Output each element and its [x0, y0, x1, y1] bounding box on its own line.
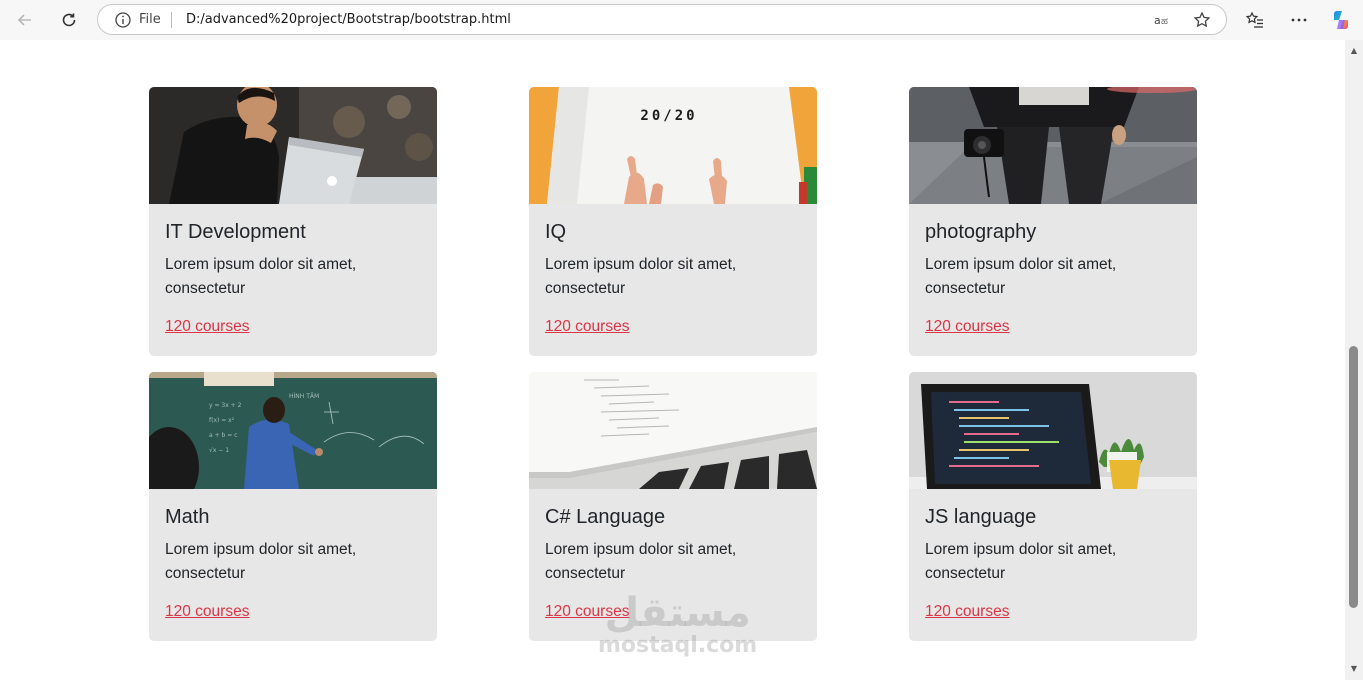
- read-aloud-icon[interactable]: aಹ: [1152, 10, 1172, 30]
- address-scheme-label: File: [139, 12, 161, 27]
- card-title: Math: [165, 506, 210, 528]
- svg-text:√x − 1: √x − 1: [209, 447, 229, 454]
- course-card: IT Development Lorem ipsum dolor sit ame…: [149, 87, 437, 356]
- card-courses-link[interactable]: 120 courses: [165, 318, 249, 336]
- address-bar[interactable]: File D:/advanced%20project/Bootstrap/boo…: [97, 4, 1227, 35]
- refresh-button[interactable]: [55, 6, 83, 34]
- card-title: photography: [925, 221, 1037, 243]
- svg-text:y = 3x + 2: y = 3x + 2: [209, 402, 242, 409]
- card-courses-link[interactable]: 120 courses: [925, 603, 1009, 621]
- back-button[interactable]: [11, 6, 39, 34]
- card-courses-link[interactable]: 120 courses: [925, 318, 1009, 336]
- card-text: Lorem ipsum dolor sit amet, consectetur: [545, 541, 737, 582]
- svg-text:a: a: [1154, 14, 1161, 27]
- address-url[interactable]: D:/advanced%20project/Bootstrap/bootstra…: [186, 12, 511, 27]
- svg-text:a + b = c: a + b = c: [209, 432, 237, 439]
- course-card: y = 3x + 2 f(x) = x² a + b = c √x − 1 HÌ…: [149, 372, 437, 641]
- address-separator: [171, 12, 172, 28]
- course-card: photography Lorem ipsum dolor sit amet, …: [909, 87, 1197, 356]
- svg-text:ಹ: ಹ: [1161, 16, 1168, 27]
- card-text: Lorem ipsum dolor sit amet, consectetur: [925, 256, 1117, 297]
- refresh-icon: [62, 13, 76, 27]
- card-courses-link[interactable]: 120 courses: [545, 318, 629, 336]
- card-image-it-development: [149, 87, 437, 204]
- card-text: Lorem ipsum dolor sit amet, consectetur: [545, 256, 737, 297]
- page-viewport: IT Development Lorem ipsum dolor sit ame…: [0, 40, 1345, 680]
- more-menu-icon[interactable]: [1287, 8, 1311, 32]
- card-title: IT Development: [165, 221, 306, 243]
- scroll-down-arrow-icon[interactable]: ▼: [1349, 664, 1359, 674]
- image-shirt-text: 20/20: [640, 108, 697, 124]
- svg-text:f(x) = x²: f(x) = x²: [209, 417, 235, 424]
- card-text: Lorem ipsum dolor sit amet, consectetur: [925, 541, 1117, 582]
- card-image-csharp: [529, 372, 817, 489]
- favorites-icon[interactable]: [1243, 8, 1267, 32]
- course-card: JS language Lorem ipsum dolor sit amet, …: [909, 372, 1197, 641]
- arrow-left-icon: [17, 14, 31, 26]
- card-text: Lorem ipsum dolor sit amet, consectetur: [165, 541, 357, 582]
- info-icon[interactable]: [114, 11, 132, 29]
- copilot-icon[interactable]: [1329, 8, 1353, 32]
- scroll-thumb[interactable]: [1349, 346, 1358, 608]
- card-title: IQ: [545, 221, 567, 243]
- card-courses-link[interactable]: 120 courses: [545, 603, 629, 621]
- card-courses-link[interactable]: 120 courses: [165, 603, 249, 621]
- card-text: Lorem ipsum dolor sit amet, consectetur: [165, 256, 357, 297]
- card-image-iq: 20/20: [529, 87, 817, 204]
- browser-toolbar: File D:/advanced%20project/Bootstrap/boo…: [0, 0, 1363, 40]
- course-card: 20/20 IQ Lorem ipsum dolor sit amet, con…: [529, 87, 817, 356]
- card-image-math: y = 3x + 2 f(x) = x² a + b = c √x − 1 HÌ…: [149, 372, 437, 489]
- scroll-up-arrow-icon[interactable]: ▲: [1349, 46, 1359, 56]
- card-image-js: [909, 372, 1197, 489]
- favorite-star-icon[interactable]: [1192, 10, 1212, 30]
- course-card: C# Language Lorem ipsum dolor sit amet, …: [529, 372, 817, 641]
- vertical-scrollbar[interactable]: ▲ ▼: [1345, 40, 1363, 680]
- card-image-photography: [909, 87, 1197, 204]
- card-title: C# Language: [545, 506, 666, 528]
- svg-text:HÌNH TẦM: HÌNH TẦM: [289, 392, 319, 400]
- card-title: JS language: [925, 506, 1037, 528]
